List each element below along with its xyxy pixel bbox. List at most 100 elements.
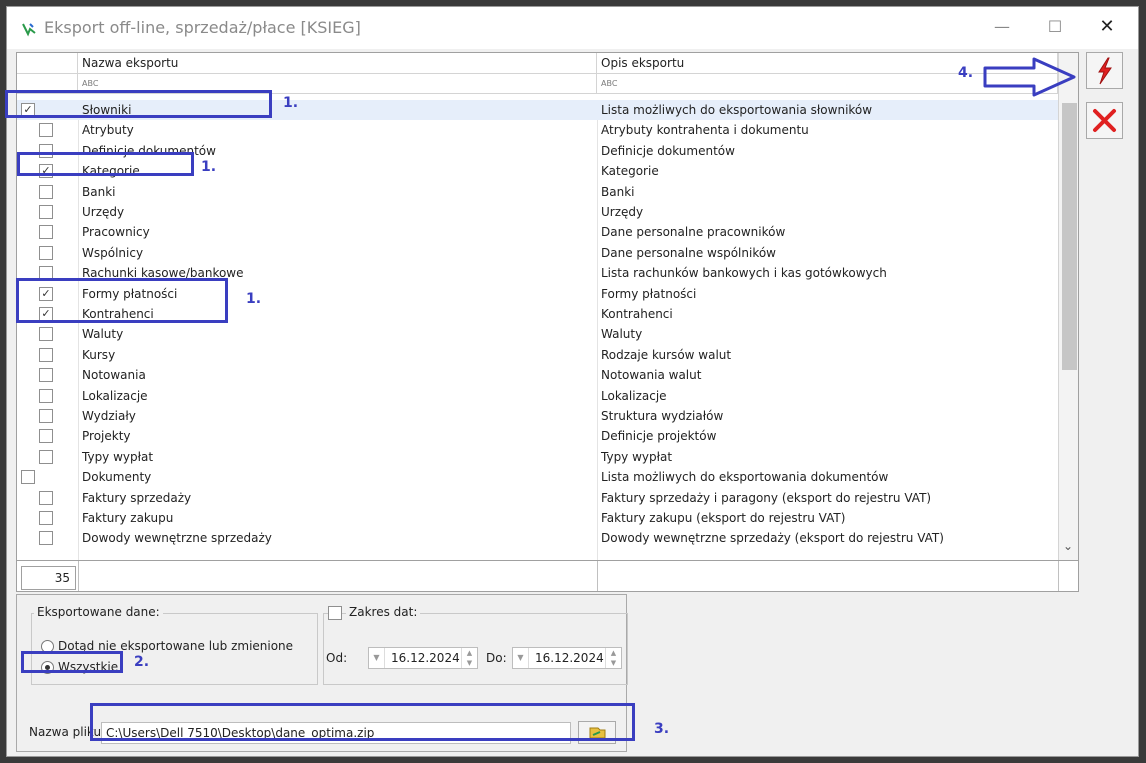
table-row[interactable]: Projekty Definicje projektów xyxy=(17,426,1058,446)
text-filter-icon: ABC xyxy=(82,79,98,88)
export-name-cell: Kursy xyxy=(82,347,116,362)
table-row[interactable]: Waluty Waluty xyxy=(17,324,1058,344)
export-name-cell: Wspólnicy xyxy=(82,245,144,260)
export-description-cell: Struktura wydziałów xyxy=(601,409,724,423)
row-checkbox[interactable] xyxy=(39,184,53,199)
date-range-group: Zakres dat: Od: ▼ 16.12.2024 ▲ ▼ Do: ▼ 16… xyxy=(323,605,628,685)
highlight-formy-kontrahenci xyxy=(16,278,228,323)
grid-footer: 35 xyxy=(17,560,1078,591)
export-description-cell: Formy płatności xyxy=(601,286,697,301)
table-row[interactable]: Lokalizacje Lokalizacje xyxy=(17,386,1058,406)
calendar-dropdown-icon[interactable]: ▼ xyxy=(369,648,385,668)
export-name-cell: Pracownicy xyxy=(82,225,150,240)
export-name-cell: Dokumenty xyxy=(82,470,152,485)
scroll-down-arrow-icon[interactable]: ⌄ xyxy=(1063,539,1073,553)
row-checkbox[interactable] xyxy=(39,490,53,505)
footer-divider xyxy=(1058,561,1059,591)
highlight-wszystkie xyxy=(21,651,123,673)
cancel-button[interactable] xyxy=(1086,102,1123,139)
header-check-column[interactable] xyxy=(17,53,78,74)
row-checkbox[interactable] xyxy=(39,368,53,383)
table-row[interactable]: Faktury sprzedaży Faktury sprzedaży i par… xyxy=(17,488,1058,508)
export-name-cell: Waluty xyxy=(82,327,124,342)
row-count: 35 xyxy=(21,566,76,590)
row-checkbox[interactable] xyxy=(39,449,53,464)
export-description-cell: Lokalizacje xyxy=(601,388,667,403)
export-description-cell: Banki xyxy=(601,184,635,199)
export-description-cell: Rodzaje kursów walut xyxy=(601,347,732,362)
export-name-cell: Typy wypłat xyxy=(82,449,154,464)
export-description-cell: Lista rachunków bankowych i kas gotówkow… xyxy=(601,266,887,281)
export-description-cell: Definicje dokumentów xyxy=(601,143,735,158)
row-checkbox[interactable] xyxy=(39,531,53,546)
row-checkbox[interactable] xyxy=(21,470,35,485)
export-description-cell: Atrybuty kontrahenta i dokumentu xyxy=(601,123,809,138)
row-checkbox[interactable] xyxy=(39,225,53,240)
calendar-dropdown-icon[interactable]: ▼ xyxy=(513,648,529,668)
vertical-scrollbar[interactable]: ⌄ xyxy=(1058,53,1078,560)
minimize-button[interactable]: — xyxy=(987,15,1017,39)
cross-icon xyxy=(1093,109,1116,132)
annotation-step-1: 1. xyxy=(201,159,217,175)
export-description-cell: Lista możliwych do eksportowania słownik… xyxy=(601,103,873,117)
screen-background: Eksport off-line, sprzedaż/płace [KSIEG]… xyxy=(0,0,1146,763)
table-row[interactable]: Banki Banki xyxy=(17,182,1058,202)
export-description-cell: Faktury zakupu (eksport do rejestru VAT) xyxy=(601,511,846,525)
row-checkbox[interactable] xyxy=(39,511,53,525)
filter-icon-text: ABC xyxy=(601,79,618,88)
table-row[interactable]: Wydziały Struktura wydziałów xyxy=(17,406,1058,426)
date-to-input[interactable]: ▼ 16.12.2024 ▲ ▼ xyxy=(512,647,622,669)
row-checkbox[interactable] xyxy=(39,429,53,444)
annotation-step-3: 3. xyxy=(654,721,670,737)
scrollbar-thumb[interactable] xyxy=(1062,103,1077,370)
date-from-input[interactable]: ▼ 16.12.2024 ▲ ▼ xyxy=(368,647,478,669)
export-window: Eksport off-line, sprzedaż/płace [KSIEG]… xyxy=(6,6,1139,757)
table-row[interactable]: Dowody wewnętrzne sprzedaży Dowody wewnęt… xyxy=(17,528,1058,548)
export-description-cell: Dowody wewnętrzne sprzedaży (eksport do … xyxy=(601,531,944,546)
exported-data-legend: Eksportowane dane: xyxy=(34,605,163,619)
run-export-button[interactable] xyxy=(1086,52,1123,89)
row-checkbox[interactable] xyxy=(39,123,53,138)
date-range-legend: Zakres dat: xyxy=(346,605,421,619)
table-row[interactable]: Pracownicy Dane personalne pracowników xyxy=(17,222,1058,242)
date-to-value: 16.12.2024 xyxy=(535,651,604,665)
row-checkbox[interactable] xyxy=(39,327,53,342)
export-name-cell: Atrybuty xyxy=(82,123,134,138)
table-row[interactable]: Dokumenty Lista możliwych do eksportowani… xyxy=(17,467,1058,487)
table-row[interactable]: Wspólnicy Dane personalne wspólników xyxy=(17,243,1058,263)
export-description-cell: Notowania walut xyxy=(601,368,702,383)
table-row[interactable]: Atrybuty Atrybuty kontrahenta i dokumentu xyxy=(17,120,1058,140)
export-name-cell: Projekty xyxy=(82,429,131,444)
export-app-icon xyxy=(22,23,36,37)
table-row[interactable]: Faktury zakupu Faktury zakupu (eksport do… xyxy=(17,508,1058,528)
table-row[interactable]: Typy wypłat Typy wypłat xyxy=(17,447,1058,467)
export-description-cell: Kategorie xyxy=(601,164,659,179)
row-checkbox[interactable] xyxy=(39,245,53,260)
close-window-button[interactable]: ✕ xyxy=(1092,15,1122,39)
export-description-cell: Waluty xyxy=(601,327,643,342)
date-to-label: Do: xyxy=(486,651,507,665)
window-title: Eksport off-line, sprzedaż/płace [KSIEG] xyxy=(44,18,361,37)
header-export-name[interactable]: Nazwa eksportu xyxy=(78,53,597,74)
row-checkbox[interactable] xyxy=(39,205,53,219)
date-spinner-icon[interactable]: ▲ ▼ xyxy=(461,648,477,668)
table-row[interactable]: Notowania Notowania walut xyxy=(17,365,1058,385)
export-description-cell: Kontrahenci xyxy=(601,307,673,321)
row-checkbox[interactable] xyxy=(39,409,53,423)
text-filter-icon: ABC xyxy=(601,79,617,88)
export-description-cell: Definicje projektów xyxy=(601,429,717,444)
table-row[interactable]: Urzędy Urzędy xyxy=(17,202,1058,222)
export-name-cell: Faktury zakupu xyxy=(82,511,174,525)
date-range-checkbox[interactable] xyxy=(328,606,342,620)
date-spinner-icon[interactable]: ▲ ▼ xyxy=(605,648,621,668)
export-name-cell: Faktury sprzedaży xyxy=(82,490,192,505)
highlight-kategorie xyxy=(17,152,194,176)
annotation-arrow-icon xyxy=(983,57,1076,97)
maximize-button[interactable]: ☐ xyxy=(1040,15,1070,39)
row-checkbox[interactable] xyxy=(39,347,53,362)
annotation-step-1: 1. xyxy=(283,95,299,111)
table-row[interactable]: Kursy Rodzaje kursów walut xyxy=(17,345,1058,365)
date-from-label: Od: xyxy=(326,651,348,665)
row-checkbox[interactable] xyxy=(39,388,53,403)
footer-divider xyxy=(597,561,598,591)
